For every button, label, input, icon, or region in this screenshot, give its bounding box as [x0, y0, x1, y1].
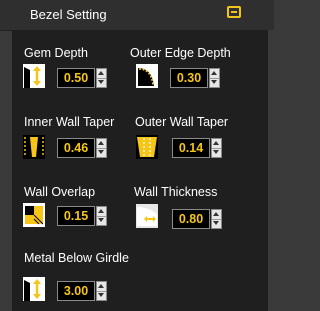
- metal-below-girdle-label: Metal Below Girdle: [24, 251, 129, 265]
- outer-wall-taper-decrement[interactable]: [212, 148, 221, 157]
- gem-depth-label: Gem Depth: [24, 46, 88, 60]
- wall-overlap-label: Wall Overlap: [24, 185, 96, 199]
- metal-below-girdle-input[interactable]: 3.00: [57, 281, 95, 301]
- inner-wall-taper-decrement[interactable]: [97, 148, 106, 157]
- outer-wall-taper-label: Outer Wall Taper: [135, 115, 229, 129]
- collapse-minus-icon[interactable]: [227, 6, 241, 18]
- outer-wall-taper-icon: [136, 135, 158, 159]
- inner-wall-taper-label: Inner Wall Taper: [24, 115, 115, 129]
- inner-wall-taper-icon: [23, 135, 45, 159]
- outer-edge-depth-icon: [136, 64, 158, 88]
- inner-wall-taper-stepper[interactable]: [96, 138, 107, 158]
- gem-depth-decrement[interactable]: [97, 78, 106, 87]
- gem-depth-stepper[interactable]: [96, 68, 107, 88]
- wall-overlap-decrement[interactable]: [97, 216, 106, 225]
- outer-wall-taper-stepper[interactable]: [211, 138, 222, 158]
- outer-wall-taper-input[interactable]: 0.14: [172, 138, 210, 158]
- panel-header: Bezel Setting: [0, 0, 274, 31]
- outer-edge-depth-stepper[interactable]: [209, 68, 220, 88]
- gem-depth-input[interactable]: 0.50: [57, 68, 95, 88]
- wall-overlap-stepper[interactable]: [96, 206, 107, 226]
- wall-overlap-icon: [23, 203, 45, 227]
- panel-edge: [268, 30, 274, 311]
- wall-thickness-input[interactable]: 0.80: [172, 209, 210, 229]
- metal-below-girdle-decrement[interactable]: [97, 291, 106, 300]
- wall-thickness-stepper[interactable]: [211, 209, 222, 229]
- outer-edge-depth-label: Outer Edge Depth: [130, 46, 231, 60]
- wall-thickness-decrement[interactable]: [212, 219, 221, 228]
- wall-thickness-label: Wall Thickness: [134, 185, 218, 199]
- panel-title: Bezel Setting: [30, 7, 107, 22]
- outer-edge-depth-input[interactable]: 0.30: [170, 68, 208, 88]
- wall-overlap-input[interactable]: 0.15: [57, 206, 95, 226]
- outer-edge-depth-decrement[interactable]: [210, 78, 219, 87]
- metal-below-girdle-icon: [23, 277, 45, 301]
- gem-depth-icon: [23, 64, 45, 88]
- inner-wall-taper-input[interactable]: 0.46: [57, 138, 95, 158]
- wall-thickness-icon: [136, 204, 158, 228]
- metal-below-girdle-stepper[interactable]: [96, 281, 107, 301]
